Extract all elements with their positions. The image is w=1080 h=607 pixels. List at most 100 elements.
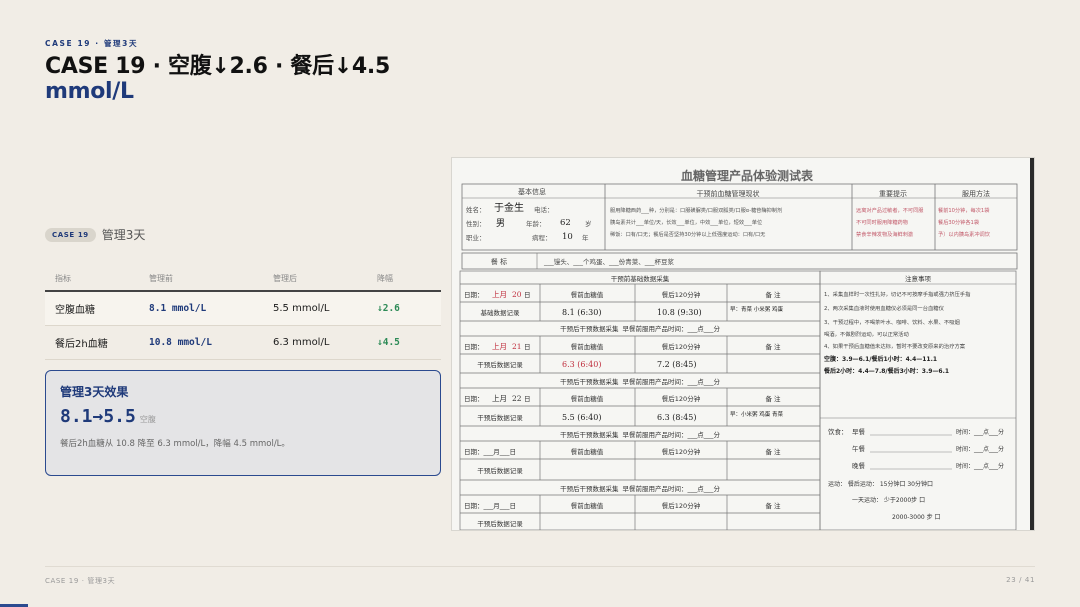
form-gender-value: 男 bbox=[496, 218, 505, 229]
form-note-line: 喝酒，不做剧烈运动，可以正常活动 bbox=[824, 330, 909, 338]
form-meal-label: 餐 标 bbox=[491, 257, 507, 266]
card-big-note: 空腹 bbox=[139, 415, 156, 424]
form-row-after: 干预后数据记录 bbox=[477, 413, 523, 422]
form-time: 时间：___点___分 bbox=[956, 445, 1004, 453]
form-gender-label: 性别： bbox=[466, 219, 486, 228]
form-post-time: 早餐前服用产品时间：___点___分 bbox=[623, 430, 721, 439]
form-col-note: 备 注 bbox=[765, 447, 781, 456]
form-usage-line: 予）以内胰岛素冲调饮 bbox=[938, 230, 991, 238]
form-age-label: 年龄： bbox=[526, 219, 546, 228]
form-notes-title: 注意事项 bbox=[905, 274, 932, 283]
form-date-month: 上月 bbox=[492, 394, 507, 403]
form-section-post-title: 干预后干预数据采集 bbox=[560, 377, 619, 386]
row-after: 5.5 mmol/L bbox=[273, 303, 330, 314]
form-col-fasting: 餐前血糖值 bbox=[571, 394, 604, 403]
form-title: 血糖管理产品体验测试表 bbox=[681, 168, 814, 183]
table-row: 餐后2h血糖 10.8 mmol/L 6.3 mmol/L ↓4.5 bbox=[45, 326, 441, 360]
table-header: 指标 管理前 管理后 降幅 bbox=[45, 266, 441, 292]
table-row: 空腹血糖 8.1 mmol/L 5.5 mmol/L ↓2.6 bbox=[45, 292, 441, 326]
form-course-unit: 年 bbox=[582, 233, 589, 242]
form-section-post-title: 干预后干预数据采集 bbox=[560, 324, 619, 333]
title-line-2: mmol/L bbox=[45, 79, 134, 104]
form-name-value: 于金生 bbox=[494, 201, 524, 214]
form-date-day: 20 bbox=[512, 290, 522, 299]
form-col-fasting: 餐前血糖值 bbox=[571, 447, 604, 456]
form-row-after: 干预后数据记录 bbox=[477, 360, 523, 369]
form-d3-note: 早：小米粥 鸡蛋 青菜 bbox=[730, 410, 783, 418]
form-course-value: 10 bbox=[562, 232, 573, 242]
title-line-1: CASE 19 · 空腹↓2.6 · 餐后↓4.5 bbox=[45, 54, 390, 79]
form-d2-day: 21 bbox=[512, 342, 522, 351]
form-col-after: 餐后120分钟 bbox=[662, 501, 701, 510]
form-daily: 一天运动： 少于2000步 口 bbox=[852, 496, 925, 504]
case-tag: CASE 19 管理3天 bbox=[45, 226, 145, 243]
form-tips: 重要提示 bbox=[879, 189, 907, 198]
form-basic-info: 基本信息 bbox=[518, 187, 546, 196]
form-meal-text: ___馒头、___个鸡蛋、___份青菜、___杯豆浆 bbox=[543, 257, 675, 266]
footer-divider bbox=[45, 566, 1035, 567]
form-date-month: 上月 bbox=[492, 290, 507, 299]
form-date-suffix: 日 bbox=[524, 395, 531, 403]
page-title: CASE 19 · 空腹↓2.6 · 餐后↓4.5 mmol/L bbox=[45, 54, 390, 104]
form-d3-after: 6.3 (8:45) bbox=[657, 413, 696, 422]
form-date-month: 上月 bbox=[492, 342, 507, 351]
row-drop: ↓4.5 bbox=[377, 337, 400, 348]
card-big-value: 8.1→5.5 bbox=[60, 406, 136, 427]
form-tip-line: 禁食辛辣发物及海鲜刺激 bbox=[856, 230, 914, 238]
form-phone-label: 电话： bbox=[534, 205, 554, 214]
form-d3-day: 22 bbox=[512, 394, 522, 403]
form-basic-note: 早：青菜 小米粥 鸡蛋 bbox=[730, 305, 783, 313]
form-col-note: 备 注 bbox=[765, 290, 781, 299]
form-daily2: 2000-3000 步 口 bbox=[892, 513, 941, 521]
form-target-fasting: 空腹：3.9—6.1/餐后1小时：4.4—11.1 bbox=[824, 355, 937, 363]
form-time: 时间：___点___分 bbox=[956, 462, 1004, 470]
form-row-after: 干预后数据记录 bbox=[477, 466, 523, 475]
row-drop: ↓2.6 bbox=[377, 303, 400, 314]
case-pill: CASE 19 bbox=[45, 227, 96, 242]
form-status-line: 服用降糖西药___种，分别是：口服磺脲类/口服双胍类/口服α-糖苷酶抑制剂 bbox=[610, 206, 782, 214]
header-after: 管理后 bbox=[273, 273, 297, 283]
form-pre-status: 干预前血糖管理现状 bbox=[697, 189, 760, 198]
footer-section: CASE 19 · 管理3天 bbox=[45, 577, 116, 585]
results-table: 指标 管理前 管理后 降幅 空腹血糖 8.1 mmol/L 5.5 mmol/L… bbox=[45, 266, 441, 360]
form-date-label: 日期： bbox=[464, 291, 484, 299]
case-duration: 管理3天 bbox=[101, 228, 146, 242]
form-post-time: 早餐前服用产品时间：___点___分 bbox=[623, 324, 721, 333]
form-usage-line: 餐前10分钟，每次1袋 bbox=[938, 206, 989, 214]
form-post-time: 早餐前服用产品时间：___点___分 bbox=[623, 484, 721, 493]
form-row-basic: 基础数据记录 bbox=[481, 308, 521, 317]
form-blank-date: 日期：___月___日 bbox=[464, 448, 516, 456]
form-course-label: 病程： bbox=[532, 233, 552, 242]
form-col-note: 备 注 bbox=[765, 342, 781, 351]
form-lunch: 午餐 bbox=[852, 444, 866, 453]
form-section-post: 干预后干预数据采集 早餐前服用产品时间：___点___分 bbox=[560, 324, 721, 333]
form-basic-fasting: 8.1 (6:30) bbox=[562, 308, 601, 317]
row-after: 6.3 mmol/L bbox=[273, 337, 330, 348]
form-section-post: 干预后干预数据采集 早餐前服用产品时间：___点___分 bbox=[560, 430, 721, 439]
form-tip-line: 不可同时服用降糖药物 bbox=[856, 218, 908, 226]
header-drop: 降幅 bbox=[377, 273, 393, 283]
header-before: 管理前 bbox=[149, 273, 173, 283]
header-metric: 指标 bbox=[55, 273, 71, 283]
form-note-line: 3、干预过程中，不喝茶叶水、咖啡、饮料、水果、不吸烟 bbox=[824, 318, 960, 326]
form-date-label: 日期： bbox=[464, 395, 484, 403]
page-number: 23 / 41 bbox=[1006, 576, 1035, 584]
form-d3-fasting: 5.5 (6:40) bbox=[562, 413, 601, 422]
form-section-post-title: 干预后干预数据采集 bbox=[560, 430, 619, 439]
form-name-label: 姓名： bbox=[466, 205, 486, 214]
row-metric: 空腹血糖 bbox=[55, 305, 95, 316]
form-row-after: 干预后数据记录 bbox=[477, 519, 523, 528]
row-before: 10.8 mmol/L bbox=[149, 337, 212, 348]
form-section-post: 干预后干预数据采集 早餐前服用产品时间：___点___分 bbox=[560, 484, 721, 493]
form-status-line: 稀饭：口有/口无；餐后是否坚持30分钟以上低强度运动：口有/口无 bbox=[610, 230, 765, 238]
card-title: 管理3天效果 bbox=[60, 385, 129, 399]
form-col-fasting: 餐前血糖值 bbox=[571, 290, 604, 299]
form-usage: 服用方法 bbox=[962, 189, 990, 198]
form-usage-line: 餐后30分钟各1袋 bbox=[938, 218, 979, 226]
form-date-suffix: 日 bbox=[524, 291, 531, 299]
eyebrow: CASE 19 · 管理3天 bbox=[45, 39, 139, 48]
form-target-after: 餐后2小时：4.4—7.8/餐后3小时：3.9—6.1 bbox=[823, 367, 949, 375]
form-date-suffix: 日 bbox=[524, 343, 531, 351]
row-before: 8.1 mmol/L bbox=[149, 303, 207, 314]
form-date-label: 日期： bbox=[464, 343, 484, 351]
